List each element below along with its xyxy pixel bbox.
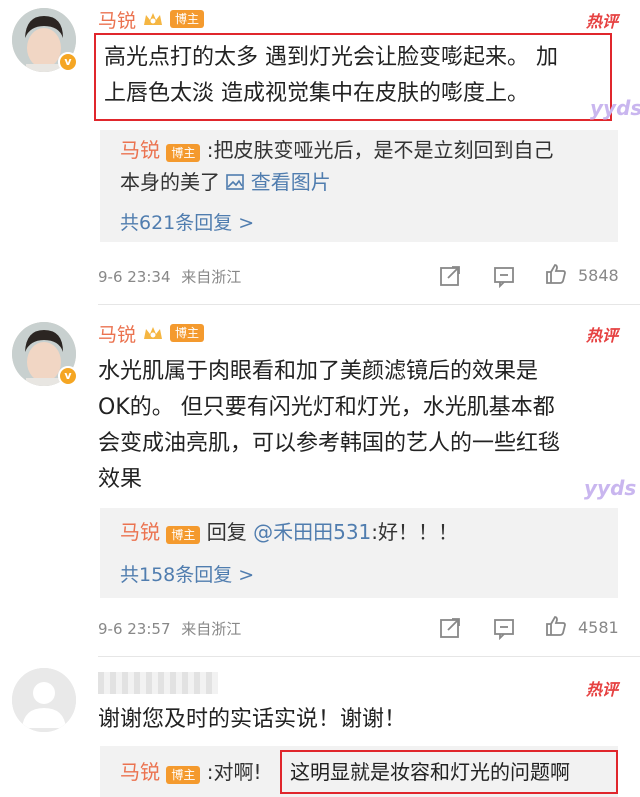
- comment-3: 热评 谢谢您及时的实话实说！谢谢！ 马锐 博主 :对啊! 这明显就是妆容和灯光的…: [0, 0, 640, 797]
- hot-comment-tag: 热评: [585, 680, 618, 699]
- comment-text: 谢谢您及时的实话实说！谢谢！: [98, 707, 407, 732]
- reply-text: 马锐 博主 :对啊!: [120, 756, 262, 788]
- blogger-badge: 博主: [166, 766, 201, 784]
- reply-prefix: :对啊!: [206, 760, 262, 784]
- default-avatar-icon: [12, 668, 76, 732]
- reply-author[interactable]: 马锐: [120, 760, 160, 784]
- reply-highlight-text: 这明显就是妆容和灯光的问题啊: [290, 760, 570, 784]
- blurred-author-name: [98, 672, 218, 694]
- avatar[interactable]: [12, 668, 76, 732]
